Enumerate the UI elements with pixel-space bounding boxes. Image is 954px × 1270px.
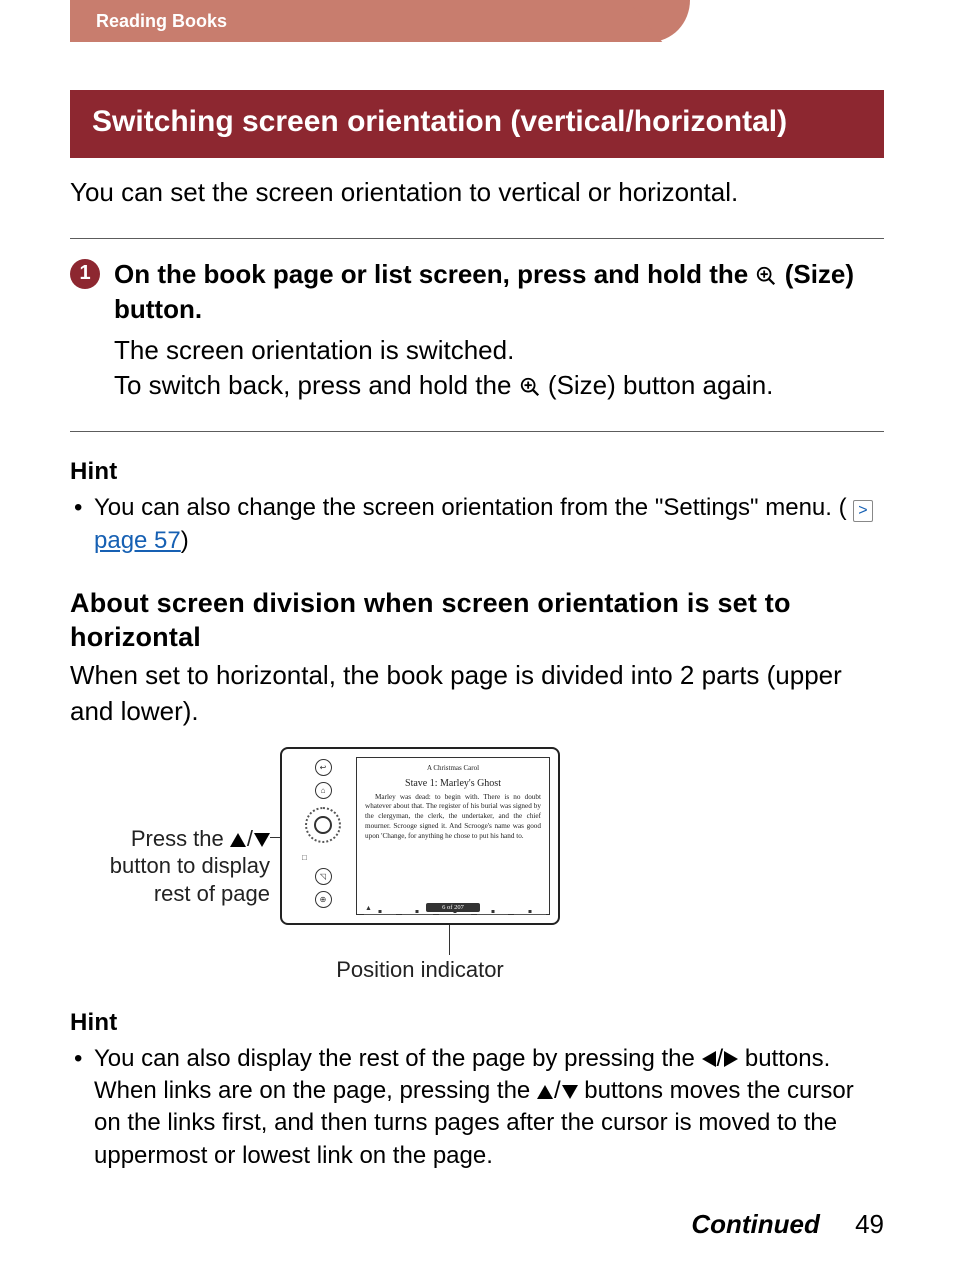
separator-bottom — [70, 431, 884, 432]
subsection-paragraph: When set to horizontal, the book page is… — [70, 658, 884, 728]
hint-item-1: You can also change the screen orientati… — [70, 492, 884, 557]
step-desc-line2-suffix: (Size) button again. — [548, 370, 773, 400]
screen-book-title: A Christmas Carol — [365, 764, 541, 772]
callout-leader-line-v — [449, 925, 450, 955]
device-bottom-keys — [364, 913, 546, 921]
hint2-a: You can also display the rest of the pag… — [94, 1045, 702, 1072]
breadcrumb: Reading Books — [96, 11, 227, 32]
right-triangle-icon — [724, 1051, 738, 1067]
device-home-button: ⌂ — [315, 782, 332, 799]
size-icon — [519, 376, 541, 398]
page-number: 49 — [855, 1209, 884, 1239]
step-desc-line2-prefix: To switch back, press and hold the — [114, 370, 519, 400]
hint-label-1: Hint — [70, 458, 884, 486]
callout-bottom: Position indicator — [336, 957, 504, 983]
hint1-prefix: You can also change the screen orientati… — [94, 494, 847, 521]
up-triangle-icon — [537, 1085, 553, 1099]
screen-chapter: Stave 1: Marley's Ghost — [365, 778, 541, 789]
page-link-icon[interactable]: > — [853, 500, 872, 522]
section-intro: You can set the screen orientation to ve… — [70, 176, 884, 210]
device-bookmark-label: □ — [302, 853, 307, 862]
hint-label-2: Hint — [70, 1009, 884, 1037]
device-bookmark-button: ◹ — [315, 868, 332, 885]
callout-left-l1: Press the — [131, 826, 230, 851]
device-outline: ↩ ⌂ □ ◹ ⊕ A Christmas Carol Stave 1: Mar… — [280, 747, 560, 925]
hint-list-2: You can also display the rest of the pag… — [70, 1043, 884, 1173]
section-title: Switching screen orientation (vertical/h… — [70, 90, 884, 158]
subsection-heading: About screen division when screen orient… — [70, 587, 884, 655]
size-icon — [755, 265, 777, 287]
screen-body-text: Marley was dead: to begin with. There is… — [365, 793, 541, 842]
callout-left-l3: rest of page — [154, 881, 270, 906]
screen-page-up-icon: ▲ — [365, 904, 372, 912]
step-heading: On the book page or list screen, press a… — [114, 257, 884, 327]
page-link[interactable]: page 57 — [94, 527, 181, 554]
down-triangle-icon — [254, 833, 270, 847]
step-number-badge: 1 — [70, 259, 100, 289]
footer: Continued 49 — [691, 1209, 884, 1240]
device-return-button: ↩ — [315, 759, 332, 776]
device-screen: A Christmas Carol Stave 1: Marley's Ghos… — [356, 757, 550, 915]
hint-item-2: You can also display the rest of the pag… — [70, 1043, 884, 1173]
continued-label: Continued — [691, 1209, 820, 1239]
header-tab: Reading Books — [70, 0, 954, 42]
device-size-button: ⊕ — [315, 891, 332, 908]
step-1: 1 On the book page or list screen, press… — [70, 257, 884, 403]
separator-top — [70, 238, 884, 239]
callout-left: Press the / button to display rest of pa… — [70, 747, 270, 908]
hint1-suffix: ) — [181, 527, 189, 554]
step-desc-line1: The screen orientation is switched. — [114, 335, 514, 365]
device-dpad — [305, 807, 341, 843]
step-heading-prefix: On the book page or list screen, press a… — [114, 259, 755, 289]
device-side-panel: ↩ ⌂ □ ◹ ⊕ — [290, 757, 356, 915]
up-triangle-icon — [230, 833, 246, 847]
down-triangle-icon — [562, 1085, 578, 1099]
left-triangle-icon — [702, 1051, 716, 1067]
step-description: The screen orientation is switched. To s… — [114, 333, 884, 403]
callout-left-l2: button to display — [110, 853, 270, 878]
hint-list-1: You can also change the screen orientati… — [70, 492, 884, 557]
device-illustration-row: Press the / button to display rest of pa… — [70, 747, 884, 983]
